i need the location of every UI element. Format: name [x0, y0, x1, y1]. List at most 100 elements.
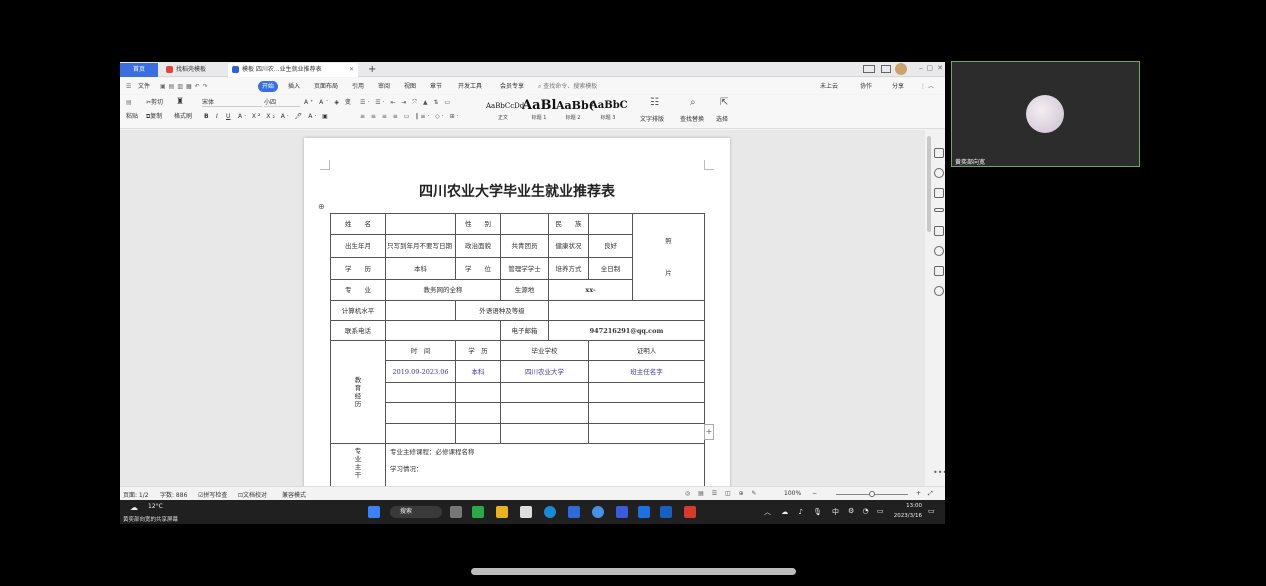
- side-style-icon[interactable]: [934, 148, 944, 158]
- edu-row-1-degree[interactable]: 本科: [455, 360, 501, 383]
- side-location-icon[interactable]: [934, 246, 944, 256]
- table-move-handle-icon[interactable]: ⊕: [318, 202, 325, 211]
- bold-button[interactable]: B: [204, 112, 212, 121]
- share-button[interactable]: 分享: [892, 81, 904, 92]
- collaborate-button[interactable]: 协作: [860, 81, 872, 92]
- browser-icon[interactable]: [592, 506, 604, 518]
- network-volume-battery-icons[interactable]: ⚙ ◔ ▭: [848, 507, 886, 515]
- file-explorer-icon[interactable]: [496, 506, 508, 518]
- menu-references[interactable]: 引用: [352, 81, 364, 92]
- side-book-icon[interactable]: [934, 266, 944, 276]
- value-language-level[interactable]: [548, 300, 705, 321]
- major-courses-cell[interactable]: 专业主修课程：必修课程名称 学习情况：: [385, 443, 705, 486]
- close-tab-icon[interactable]: ✕: [349, 63, 354, 77]
- list-paragraph-icons[interactable]: ☰· ☰· ⇤ ⇥ ⤧ ▲ ⇅ ▭: [360, 98, 452, 107]
- hamburger-icon[interactable]: ☰: [126, 81, 131, 92]
- value-birth[interactable]: 只写到年月不要写日期: [385, 234, 456, 258]
- select-button[interactable]: 选择: [716, 115, 728, 124]
- side-image-icon[interactable]: [934, 226, 944, 236]
- cloud-status[interactable]: 未上云: [820, 81, 838, 92]
- cut-button[interactable]: ✂剪切: [146, 98, 163, 107]
- app-icon-check[interactable]: [638, 506, 650, 518]
- value-major[interactable]: 教务网的全称: [385, 279, 501, 301]
- tab-home[interactable]: 首页: [120, 63, 158, 77]
- maximize-icon[interactable]: ▢: [926, 64, 933, 72]
- tab-document[interactable]: 模板 四川农...业生就业推荐表 ✕: [228, 63, 358, 77]
- underline-button[interactable]: U: [226, 112, 230, 121]
- style-normal[interactable]: AaBbCcDd 正文: [486, 98, 524, 124]
- menu-file[interactable]: 文件: [138, 81, 150, 92]
- zoom-slider[interactable]: [836, 491, 908, 497]
- clock-date[interactable]: 2023/3/16: [888, 513, 922, 519]
- value-computer-level[interactable]: [385, 300, 456, 321]
- value-training-mode[interactable]: 全日制: [588, 257, 633, 280]
- zoom-level[interactable]: 100%: [784, 490, 801, 497]
- weather-temp[interactable]: 12°C: [148, 503, 163, 510]
- edu-row-4-school[interactable]: [500, 423, 589, 444]
- taskbar-search[interactable]: 搜索: [390, 506, 442, 518]
- edu-row-3-degree[interactable]: [455, 402, 501, 424]
- participant-video-tile[interactable]: 黄奕部向宽: [951, 61, 1140, 167]
- grid-icon[interactable]: [881, 65, 891, 73]
- value-political[interactable]: 共青团员: [500, 234, 549, 258]
- zoom-in-icon[interactable]: +: [916, 490, 921, 497]
- value-phone[interactable]: [385, 320, 501, 341]
- wps-office-icon[interactable]: [684, 506, 696, 518]
- italic-button[interactable]: I: [216, 112, 221, 121]
- font-name-select[interactable]: 宋体: [202, 98, 262, 107]
- new-tab-button[interactable]: +: [364, 63, 376, 77]
- add-column-icon[interactable]: +: [704, 424, 714, 440]
- edu-row-4-witness[interactable]: [588, 423, 705, 444]
- font-grow-shrink-icons[interactable]: A⁺ A⁻ ◈ 变: [304, 98, 353, 107]
- notepad-icon[interactable]: [520, 506, 532, 518]
- edu-row-2-school[interactable]: [500, 382, 589, 403]
- app-icon-blue[interactable]: [616, 506, 628, 518]
- home-indicator-bar[interactable]: [471, 568, 796, 575]
- tab-template-store[interactable]: 找稻壳模板: [162, 63, 222, 77]
- ime-indicator[interactable]: 中: [832, 507, 839, 517]
- menu-insert[interactable]: 插入: [288, 81, 300, 92]
- edu-row-3-school[interactable]: [500, 402, 589, 424]
- clock-time[interactable]: 13:00: [892, 503, 922, 509]
- page-indicator[interactable]: 页面: 1/2: [123, 490, 149, 499]
- menu-chapter[interactable]: 章节: [430, 81, 442, 92]
- edu-row-2-time[interactable]: [385, 382, 456, 403]
- value-ethnicity[interactable]: [588, 213, 633, 235]
- windows-start-icon[interactable]: [368, 506, 380, 518]
- fullscreen-icon[interactable]: ⤢: [928, 490, 933, 498]
- menu-start[interactable]: 开始: [258, 81, 279, 92]
- text-layout-button[interactable]: 文字排版: [640, 115, 664, 124]
- zoom-out-icon[interactable]: −: [812, 490, 817, 497]
- edu-row-2-witness[interactable]: [588, 382, 705, 403]
- view-mode-icons[interactable]: ◎ ▤ ☰ ◫ ⊕ ✎: [685, 490, 760, 497]
- format-painter-button[interactable]: 格式刷: [174, 112, 192, 121]
- app-icon-photos[interactable]: [660, 506, 672, 518]
- notification-icon[interactable]: ▭: [928, 507, 935, 515]
- value-health[interactable]: 良好: [588, 234, 633, 258]
- side-help-icon[interactable]: [934, 286, 944, 296]
- paste-button[interactable]: 粘贴: [126, 112, 138, 121]
- minimize-icon[interactable]: –: [919, 64, 923, 73]
- find-replace-button[interactable]: 查找替换: [680, 115, 704, 124]
- side-settings-icon[interactable]: [934, 208, 944, 212]
- menu-review[interactable]: 审阅: [378, 81, 390, 92]
- task-view-icon[interactable]: [450, 506, 462, 518]
- side-select-icon[interactable]: [934, 188, 944, 198]
- edu-row-4-time[interactable]: [385, 423, 456, 444]
- value-origin[interactable]: xx-: [548, 279, 633, 301]
- close-window-icon[interactable]: ✕: [937, 64, 943, 72]
- value-gender[interactable]: [500, 213, 549, 235]
- font-size-select[interactable]: 小四: [264, 98, 300, 107]
- menu-developer[interactable]: 开发工具: [458, 81, 482, 92]
- side-more-icon[interactable]: •••: [933, 468, 945, 477]
- paste-icon[interactable]: ▤: [126, 98, 132, 107]
- edge-icon[interactable]: [544, 506, 556, 518]
- menu-view[interactable]: 视图: [404, 81, 416, 92]
- quick-access-icons[interactable]: ▣▤▥▦↶↷: [160, 81, 211, 92]
- font-effects-icons[interactable]: A· X² X₂ A· 🖊 A· ▣: [238, 112, 330, 121]
- user-avatar-icon[interactable]: [895, 63, 907, 75]
- menu-page-layout[interactable]: 页面布局: [314, 81, 338, 92]
- word-count[interactable]: 字数: 886: [160, 490, 187, 499]
- value-email[interactable]: 947216291@qq.com: [548, 320, 705, 341]
- edu-row-2-degree[interactable]: [455, 382, 501, 403]
